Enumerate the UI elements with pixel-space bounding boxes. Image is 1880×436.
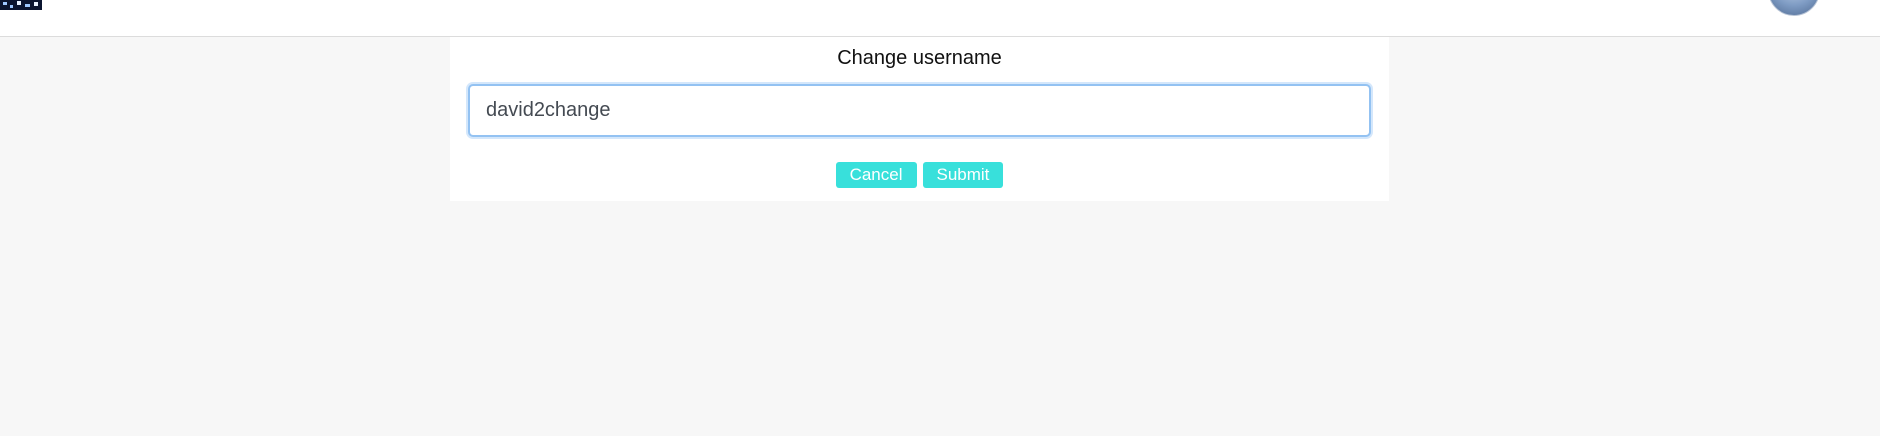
logo-icon[interactable]	[0, 0, 42, 10]
dialog-actions: Cancel Submit	[450, 162, 1389, 188]
submit-button[interactable]: Submit	[922, 162, 1004, 188]
username-input[interactable]	[468, 84, 1371, 137]
user-avatar[interactable]	[1768, 0, 1820, 16]
cancel-button[interactable]: Cancel	[835, 162, 917, 188]
dialog-title: Change username	[837, 47, 1002, 69]
change-username-dialog: Change username Cancel Submit	[450, 37, 1389, 201]
top-navigation-bar	[0, 0, 1880, 37]
